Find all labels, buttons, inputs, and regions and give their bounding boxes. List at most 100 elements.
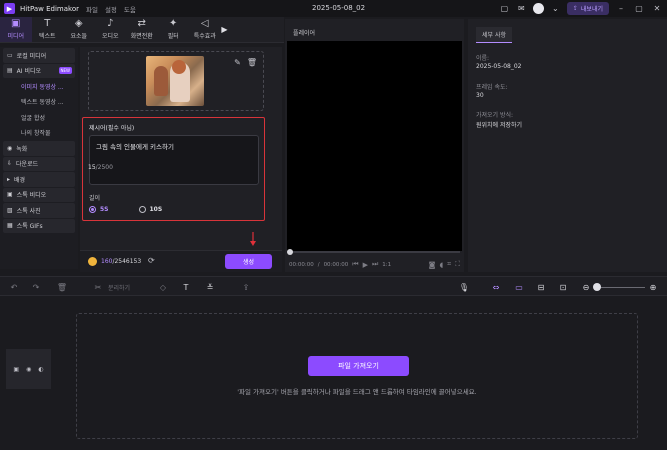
tab-audio[interactable]: ♪ 오디오 (95, 17, 127, 42)
thumbnail-tools: ✎ 🗑 (234, 58, 257, 67)
char-count-current: 15 (88, 164, 96, 171)
chevron-down-icon[interactable]: ⌄ (550, 3, 561, 14)
tab-media[interactable]: ▣ 미디어 (0, 17, 32, 42)
sidebar-item-ai-video[interactable]: ▤ AI 비디오 NEW (3, 63, 75, 78)
fit-icon[interactable]: ⊡ (557, 281, 569, 293)
export-button[interactable]: ⇪ 내보내기 (566, 2, 609, 15)
minimize-icon[interactable]: – (615, 4, 627, 13)
play-icon[interactable]: ▶ (363, 261, 368, 269)
volume-icon[interactable]: ◖ (439, 261, 443, 269)
player-panel: 플레이어 00:00:00 / 00:00:00 ⏮ ▶ ⏭ 1:1 ◙ ◖ ⌗… (285, 19, 464, 272)
close-icon[interactable]: ✕ (651, 4, 663, 13)
filter-sparkle-icon: ✦ (169, 18, 178, 29)
undo-icon[interactable]: ↶ (8, 281, 20, 293)
sidebar-item-text-to-video[interactable]: 텍스트 동영상 ... (3, 95, 75, 110)
gif-icon: ▦ (7, 222, 13, 230)
effects-icon: ◁ (200, 18, 209, 29)
sidebar-item-local-media[interactable]: ▭ 로컬 미디어 (3, 48, 75, 63)
generator-footer: 160/2546153 ⟳ 생성 (80, 250, 282, 272)
split-label[interactable]: 분리하기 (108, 283, 130, 292)
sidebar-item-background[interactable]: ▸ 배경 (3, 172, 75, 187)
scissors-icon[interactable]: ✂ (92, 281, 104, 293)
aspect-ratio-select[interactable]: 1:1 (382, 262, 391, 268)
link-icon[interactable]: ⇔ (490, 281, 502, 293)
edit-pencil-icon[interactable]: ✎ (234, 58, 241, 67)
avatar[interactable] (532, 3, 544, 14)
player-screen[interactable] (287, 41, 462, 251)
sidebar-item-my-creations[interactable]: 나의 창작물 (3, 126, 75, 141)
record-icon: ◉ (7, 144, 13, 152)
zoom-in-icon[interactable]: ⊕ (647, 281, 659, 293)
radio-selected-icon (89, 206, 96, 213)
track-video-icon[interactable]: ▣ (13, 366, 19, 373)
track-visibility-icon[interactable]: ◉ (26, 366, 31, 373)
length-option-5s[interactable]: 5S (89, 206, 109, 213)
zoom-slider-handle[interactable] (593, 283, 601, 291)
media-icon: ▣ (11, 18, 21, 29)
timeline-drop-zone[interactable]: 파일 가져오기 '파일 가져오기' 버튼을 클릭하거나 파일을 드래그 앤 드롭… (76, 313, 638, 439)
sidebar-item-record[interactable]: ◉ 녹화 (3, 141, 75, 156)
trash-icon[interactable]: 🗑 (247, 58, 257, 67)
delete-icon[interactable]: 🗑 (56, 281, 68, 293)
length-option-10s[interactable]: 10S (138, 206, 162, 213)
tab-text[interactable]: T 텍스트 (32, 17, 64, 42)
subtitle-tool-icon[interactable]: ≚ (204, 281, 216, 293)
step-back-icon[interactable]: ⏮ (352, 260, 358, 269)
text-icon: T (44, 18, 51, 29)
tab-details[interactable]: 세부 사항 (476, 27, 512, 43)
step-forward-icon[interactable]: ⏭ (372, 260, 378, 269)
zoom-slider[interactable] (597, 287, 645, 288)
sidebar-item-download[interactable]: ⇩ 다운로드 (3, 156, 75, 171)
import-file-button[interactable]: 파일 가져오기 (308, 356, 409, 376)
image-upload-area[interactable]: ✎ 🗑 (88, 51, 264, 111)
menu-file[interactable]: 파일 (86, 4, 98, 14)
tab-effects[interactable]: ◁ 특수효과 (189, 17, 221, 42)
import-file-label: 파일 가져오기 (338, 362, 379, 370)
prompt-input[interactable]: 그림 속의 인물에게 키스하기 (89, 135, 259, 185)
menu-settings[interactable]: 설정 (105, 4, 117, 14)
gift-icon[interactable]: ✉ (516, 3, 527, 14)
properties-panel: 세부 사항 이름: 2025-05-08_02 프레임 속도: 30 가져오기 … (468, 19, 667, 272)
split-track-icon[interactable]: ⊟ (535, 281, 547, 293)
title-bar: ▶ HitPaw Edimakor 파일 설정 도움 2025-05-08_02… (0, 0, 667, 17)
painting-figure-head (172, 60, 186, 74)
prop-import-value: 원위치에 저장하기 (476, 122, 523, 129)
refresh-icon[interactable]: ⟳ (148, 256, 155, 265)
sidebar-item-face-swap[interactable]: 얼굴 합성 (3, 110, 75, 125)
tab-transitions[interactable]: ⇄ 화면전환 (126, 17, 158, 42)
snapshot-icon[interactable]: ◙ (429, 261, 436, 269)
redo-icon[interactable]: ↷ (30, 281, 42, 293)
painting-figure-left (154, 66, 168, 96)
tab-filters[interactable]: ✦ 필터 (158, 17, 190, 42)
player-controls: 00:00:00 / 00:00:00 ⏮ ▶ ⏭ 1:1 ◙ ◖ ⌗ ⛶ (289, 260, 460, 269)
message-icon[interactable]: ▢ (499, 3, 510, 14)
maximize-icon[interactable]: ▢ (633, 4, 645, 13)
tab-elements[interactable]: ◈ 요소들 (63, 17, 95, 42)
fullscreen-icon[interactable]: ⛶ (455, 260, 460, 269)
credits-display: 160/2546153 (101, 258, 141, 265)
timeline-area: ▣ ◉ ◐ 파일 가져오기 '파일 가져오기' 버튼을 클릭하거나 파일을 드래… (0, 297, 667, 450)
sidebar-item-stock-video[interactable]: ▣ 스톡 비디오 (3, 187, 75, 202)
upload-icon: ⇪ (572, 5, 578, 12)
sidebar-item-stock-gifs[interactable]: ▦ 스톡 GIFs (3, 218, 75, 233)
scrubber-handle[interactable] (287, 249, 293, 255)
zoom-out-icon[interactable]: ⊖ (580, 281, 592, 293)
player-title: 플레이어 (293, 30, 316, 37)
generate-button[interactable]: 생성 (225, 254, 272, 269)
microphone-icon[interactable]: 🎙 (458, 281, 470, 293)
tabs-more-chevron-icon[interactable]: ▶ (221, 17, 229, 42)
player-scrubber[interactable] (289, 251, 460, 253)
coin-icon (88, 257, 97, 266)
marker-icon[interactable]: ◇ (157, 281, 169, 293)
sidebar-item-stock-photo[interactable]: ▧ 스톡 사진 (3, 203, 75, 218)
app-logo-icon: ▶ (4, 3, 15, 14)
menu-help[interactable]: 도움 (124, 4, 136, 14)
snap-icon[interactable]: ▭ (513, 281, 525, 293)
crop-icon[interactable]: ⌗ (447, 260, 451, 269)
track-mute-icon[interactable]: ◐ (38, 366, 43, 373)
sidebar-item-image-to-video[interactable]: 이미지 동영상 ... (3, 79, 75, 94)
main-menu: 파일 설정 도움 (86, 4, 136, 14)
export-frame-icon[interactable]: ⇪ (240, 281, 252, 293)
text-tool-icon[interactable]: T (180, 281, 192, 293)
stock-photo-icon: ▧ (7, 206, 13, 214)
